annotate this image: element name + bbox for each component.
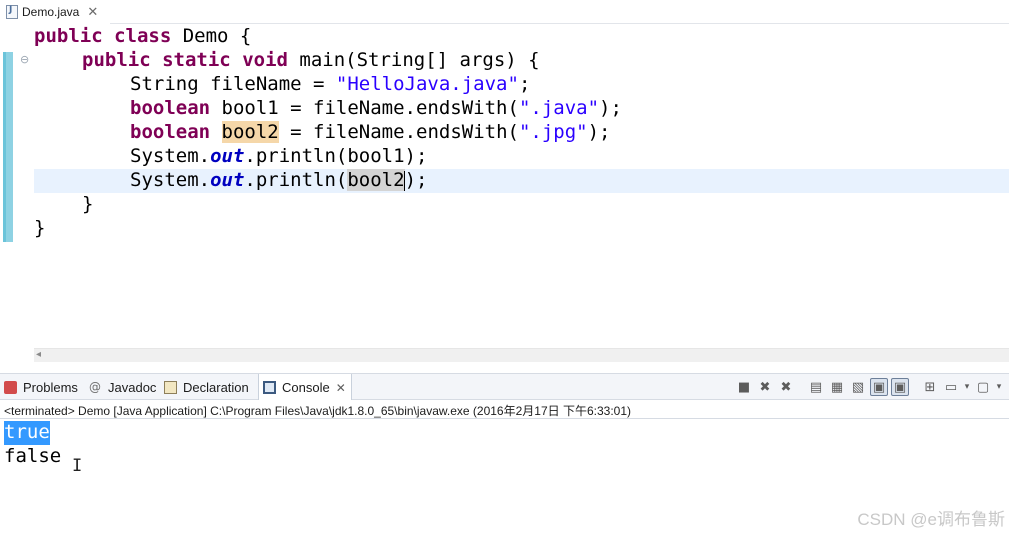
editor-tabbar: Demo.java ✕ xyxy=(0,0,1009,24)
console-icon xyxy=(263,381,276,394)
display-console-icon[interactable]: ▭ xyxy=(942,378,960,396)
pin-console-icon[interactable]: ⊞ xyxy=(921,378,939,396)
occurrence-highlight: bool2 xyxy=(347,169,405,191)
scroll-lock-icon[interactable]: ▦ xyxy=(828,378,846,396)
code-line: System.out.println(bool2); xyxy=(130,169,428,191)
code-line: } xyxy=(82,193,94,215)
divider xyxy=(0,418,1009,419)
problems-icon xyxy=(4,380,17,394)
close-icon[interactable]: ✕ xyxy=(87,5,98,20)
remove-all-terminated-icon[interactable]: ✖ xyxy=(777,378,795,396)
tab-console[interactable]: Console ✕ xyxy=(258,374,352,401)
code-line: String fileName = "HelloJava.java"; xyxy=(130,73,531,95)
console-toolbar: ■ ✖ ✖ ▤ ▦ ▧ ▣ ▣ ⊞ ▭ ▾ ▢ ▾ xyxy=(735,377,1003,397)
tab-javadoc[interactable]: @ Javadoc xyxy=(88,374,160,400)
show-on-stderr-icon[interactable]: ▣ xyxy=(891,378,909,396)
console-output-line[interactable]: false xyxy=(4,445,61,469)
java-file-icon xyxy=(6,5,18,19)
remove-launch-icon[interactable]: ✖ xyxy=(756,378,774,396)
change-ruler-bar xyxy=(3,52,13,242)
tab-problems[interactable]: Problems xyxy=(4,374,84,400)
text-cursor-icon: I xyxy=(72,456,83,476)
tab-problems-label: Problems xyxy=(23,379,78,395)
declaration-icon xyxy=(164,380,177,394)
console-output-line[interactable]: true xyxy=(4,421,50,445)
code-editor[interactable]: ⊖ public class Demo { public static void… xyxy=(0,25,1009,362)
show-on-stdout-icon[interactable]: ▣ xyxy=(870,378,888,396)
console-status-label: <terminated> Demo [Java Application] C:\… xyxy=(4,404,631,418)
code-line: System.out.println(bool1); xyxy=(130,145,428,167)
tab-javadoc-label: Javadoc xyxy=(108,379,157,395)
fold-collapse-icon[interactable]: ⊖ xyxy=(20,53,29,66)
watermark: CSDN @e调布鲁斯 xyxy=(857,510,1005,529)
code-line: public static void main(String[] args) { xyxy=(82,49,540,71)
tab-declaration[interactable]: Declaration xyxy=(164,374,256,400)
horizontal-scrollbar[interactable]: ◂ xyxy=(34,348,1009,362)
open-console-icon[interactable]: ▢ xyxy=(974,378,992,396)
terminate-icon[interactable]: ■ xyxy=(735,378,753,396)
scroll-left-icon[interactable]: ◂ xyxy=(36,349,41,360)
code-line: public class Demo { xyxy=(34,25,252,47)
tab-console-label: Console xyxy=(282,380,330,395)
chevron-down-icon[interactable]: ▾ xyxy=(963,378,971,396)
code-line: } xyxy=(34,217,46,239)
editor-tab-label: Demo.java xyxy=(22,5,80,19)
editor-tab-demo-java[interactable]: Demo.java ✕ xyxy=(0,0,110,24)
close-icon[interactable]: ✕ xyxy=(336,381,346,395)
tab-declaration-label: Declaration xyxy=(183,379,249,395)
javadoc-icon: @ xyxy=(89,380,101,394)
word-wrap-icon[interactable]: ▧ xyxy=(849,378,867,396)
chevron-down-icon[interactable]: ▾ xyxy=(995,378,1003,396)
variable-declaration-highlight: bool2 xyxy=(221,121,279,143)
code-line: boolean bool2 = fileName.endsWith(".jpg"… xyxy=(130,121,611,143)
clear-console-icon[interactable]: ▤ xyxy=(807,378,825,396)
code-line: boolean bool1 = fileName.endsWith(".java… xyxy=(130,97,622,119)
